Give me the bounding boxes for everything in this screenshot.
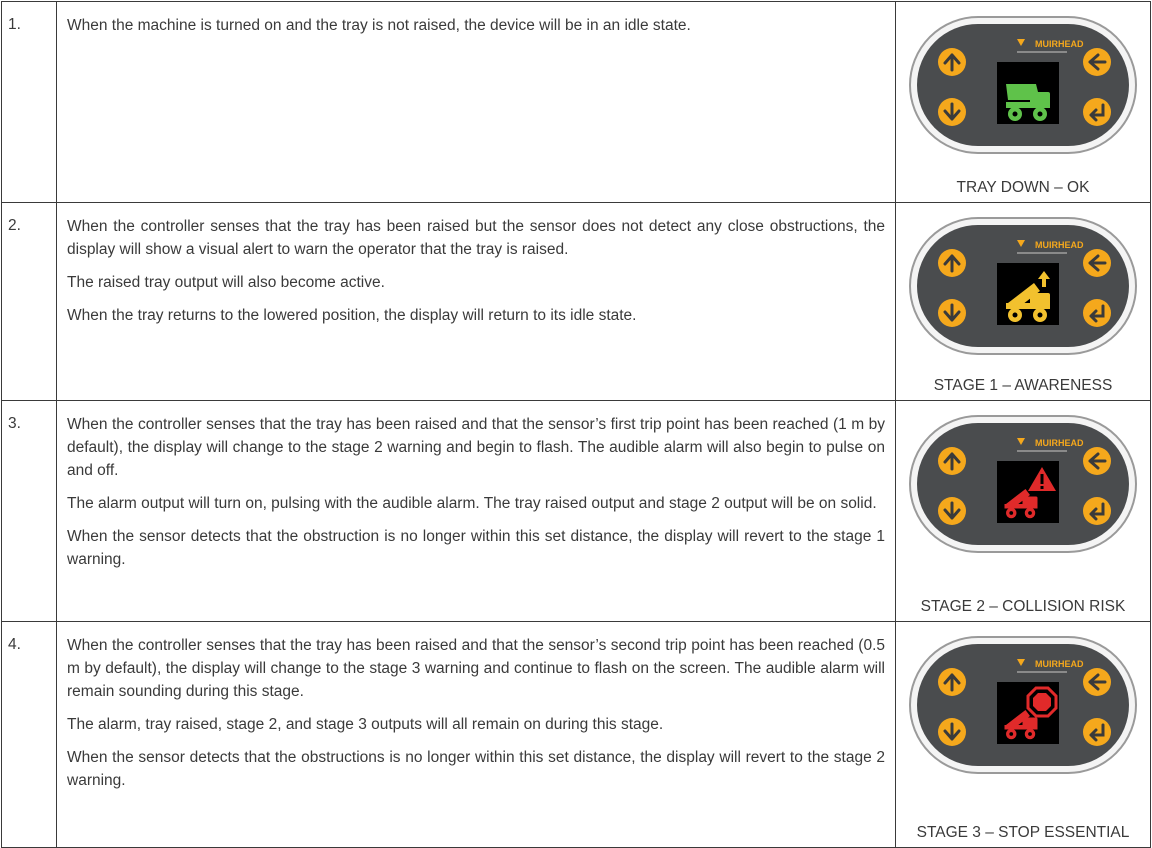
brand-logo: MUIRHEAD bbox=[1035, 240, 1084, 250]
step-description: When the controller senses that the tray… bbox=[57, 622, 895, 792]
brand-logo: MUIRHEAD bbox=[1035, 438, 1084, 448]
step-number: 4. bbox=[8, 636, 21, 653]
enter-button[interactable] bbox=[1083, 98, 1111, 126]
stage-caption: STAGE 3 – STOP ESSENTIAL bbox=[916, 824, 1130, 841]
controller-panel-graphic: MUIRHEAD bbox=[909, 217, 1137, 355]
step-description-cell: When the controller senses that the tray… bbox=[56, 202, 896, 401]
controller-panel-graphic: MUIRHEAD bbox=[909, 415, 1137, 553]
step-number: 1. bbox=[8, 16, 21, 33]
up-arrow-button[interactable] bbox=[938, 447, 966, 475]
step-description: When the controller senses that the tray… bbox=[57, 203, 895, 327]
description-paragraph: The raised tray output will also become … bbox=[67, 274, 385, 291]
step-number: 2. bbox=[8, 217, 21, 234]
stage-row: 4. When the controller senses that the t… bbox=[1, 621, 1151, 848]
description-paragraph: The alarm, tray raised, stage 2, and sta… bbox=[67, 716, 664, 733]
description-paragraph: When the tray returns to the lowered pos… bbox=[67, 307, 637, 324]
down-arrow-button[interactable] bbox=[938, 718, 966, 746]
stage-row: 3. When the controller senses that the t… bbox=[1, 400, 1151, 622]
step-number-cell: 3. bbox=[1, 400, 57, 622]
up-arrow-button[interactable] bbox=[938, 48, 966, 76]
description-paragraph: When the controller senses that the tray… bbox=[67, 218, 885, 258]
display-screen bbox=[997, 682, 1059, 744]
step-description: When the machine is turned on and the tr… bbox=[57, 2, 895, 37]
step-number-cell: 1. bbox=[1, 1, 57, 203]
display-illustration-cell: MUIRHEAD TRAY DOWN – OK bbox=[895, 1, 1151, 203]
display-screen bbox=[997, 461, 1059, 523]
stage-row: 2. When the controller senses that the t… bbox=[1, 202, 1151, 401]
controller-display-panel: MUIRHEAD bbox=[907, 634, 1139, 781]
step-description-cell: When the machine is turned on and the tr… bbox=[56, 1, 896, 203]
step-description-cell: When the controller senses that the tray… bbox=[56, 621, 896, 848]
display-screen bbox=[997, 62, 1059, 124]
description-paragraph: When the sensor detects that the obstruc… bbox=[67, 749, 885, 789]
brand-logo: MUIRHEAD bbox=[1035, 659, 1084, 669]
controller-display-panel: MUIRHEAD bbox=[907, 215, 1139, 362]
display-illustration-cell: MUIRHEAD STAGE 3 – STOP ESSENTIAL bbox=[895, 621, 1151, 848]
step-description: When the controller senses that the tray… bbox=[57, 401, 895, 571]
down-arrow-button[interactable] bbox=[938, 98, 966, 126]
enter-button[interactable] bbox=[1083, 497, 1111, 525]
enter-button[interactable] bbox=[1083, 718, 1111, 746]
display-illustration-cell: MUIRHEAD STAGE 2 – COLLISION RISK bbox=[895, 400, 1151, 622]
step-description-cell: When the controller senses that the tray… bbox=[56, 400, 896, 622]
back-arrow-button[interactable] bbox=[1083, 249, 1111, 277]
back-arrow-button[interactable] bbox=[1083, 447, 1111, 475]
stage-caption: STAGE 1 – AWARENESS bbox=[933, 377, 1113, 394]
display-illustration-cell: MUIRHEAD STAGE 1 – AWARENESS bbox=[895, 202, 1151, 401]
description-paragraph: When the controller senses that the tray… bbox=[67, 637, 885, 700]
up-arrow-button[interactable] bbox=[938, 249, 966, 277]
controller-display-panel: MUIRHEAD bbox=[907, 14, 1139, 161]
back-arrow-button[interactable] bbox=[1083, 668, 1111, 696]
description-paragraph: When the sensor detects that the obstruc… bbox=[67, 528, 885, 568]
controller-display-panel: MUIRHEAD bbox=[907, 413, 1139, 560]
stage-row: 1. When the machine is turned on and the… bbox=[1, 1, 1151, 203]
down-arrow-button[interactable] bbox=[938, 299, 966, 327]
controller-panel-graphic: MUIRHEAD bbox=[909, 636, 1137, 774]
description-paragraph: When the machine is turned on and the tr… bbox=[67, 17, 691, 34]
up-arrow-button[interactable] bbox=[938, 668, 966, 696]
down-arrow-button[interactable] bbox=[938, 497, 966, 525]
step-number-cell: 4. bbox=[1, 621, 57, 848]
enter-button[interactable] bbox=[1083, 299, 1111, 327]
description-paragraph: The alarm output will turn on, pulsing w… bbox=[67, 495, 877, 512]
step-number-cell: 2. bbox=[1, 202, 57, 401]
description-paragraph: When the controller senses that the tray… bbox=[67, 416, 885, 479]
display-screen bbox=[997, 263, 1059, 325]
stage-table: 1. When the machine is turned on and the… bbox=[1, 1, 1151, 848]
stage-caption: STAGE 2 – COLLISION RISK bbox=[920, 598, 1126, 615]
step-number: 3. bbox=[8, 415, 21, 432]
controller-panel-graphic: MUIRHEAD bbox=[909, 16, 1137, 154]
brand-logo: MUIRHEAD bbox=[1035, 39, 1084, 49]
stage-caption: TRAY DOWN – OK bbox=[956, 179, 1090, 196]
back-arrow-button[interactable] bbox=[1083, 48, 1111, 76]
